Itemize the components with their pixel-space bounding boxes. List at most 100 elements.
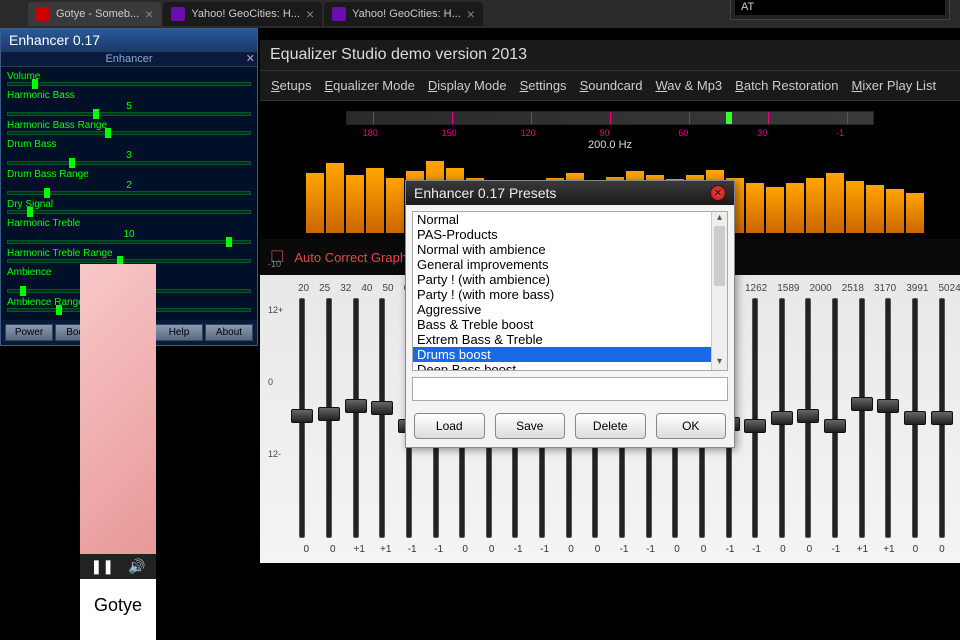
ok-button[interactable]: OK xyxy=(656,413,727,439)
slider-thumb[interactable] xyxy=(27,207,33,217)
param-slider[interactable] xyxy=(7,82,251,86)
slider-thumb[interactable] xyxy=(44,188,50,198)
power-button[interactable]: Power xyxy=(5,324,53,341)
slider-thumb[interactable] xyxy=(744,419,766,433)
slider-track xyxy=(832,298,838,538)
eq-slider-5024[interactable] xyxy=(933,298,950,538)
preset-item[interactable]: Extrem Bass & Treble xyxy=(413,332,711,347)
preset-item[interactable]: General improvements xyxy=(413,257,711,272)
slider-thumb[interactable] xyxy=(851,397,873,411)
menu-wav-mp-[interactable]: Wav & Mp3 xyxy=(650,75,727,96)
eq-freq-label: 32 xyxy=(340,283,351,294)
menu-soundcard[interactable]: Soundcard xyxy=(575,75,648,96)
slider-thumb[interactable] xyxy=(56,305,62,315)
eq-slider-1589[interactable] xyxy=(800,298,817,538)
load-button[interactable]: Load xyxy=(414,413,485,439)
eq-slider-25[interactable] xyxy=(321,298,338,538)
param-slider[interactable] xyxy=(7,259,251,263)
eq-slider-40[interactable] xyxy=(374,298,391,538)
slider-thumb[interactable] xyxy=(824,419,846,433)
close-icon[interactable]: × xyxy=(306,6,314,22)
slider-thumb[interactable] xyxy=(931,411,953,425)
slider-thumb[interactable] xyxy=(32,79,38,89)
pause-icon[interactable]: ❚❚ xyxy=(91,558,114,575)
eq-slider-2000[interactable] xyxy=(827,298,844,538)
preset-item[interactable]: Aggressive xyxy=(413,302,711,317)
eq-slider-3170[interactable] xyxy=(880,298,897,538)
preset-name-input[interactable] xyxy=(412,377,728,401)
param-slider[interactable] xyxy=(7,161,251,165)
menu-mixer-play-list[interactable]: Mixer Play List xyxy=(847,75,942,96)
close-icon[interactable]: ✕ xyxy=(710,185,726,201)
eq-slider-1002[interactable] xyxy=(747,298,764,538)
preset-item[interactable]: Bass & Treble boost xyxy=(413,317,711,332)
close-icon[interactable]: × xyxy=(145,6,153,22)
slider-track xyxy=(885,298,891,538)
slider-thumb[interactable] xyxy=(797,409,819,423)
slider-thumb[interactable] xyxy=(291,409,313,423)
slider-thumb[interactable] xyxy=(93,109,99,119)
browser-tab-youtube[interactable]: Gotye - Someb... × xyxy=(28,2,161,26)
scrollbar[interactable]: ▴ ▾ xyxy=(711,212,727,370)
slider-thumb[interactable] xyxy=(371,401,393,415)
param-label: Harmonic Treble Range xyxy=(7,248,251,259)
scroll-thumb[interactable] xyxy=(714,226,725,286)
param-slider[interactable] xyxy=(7,131,251,135)
vu-tick xyxy=(610,112,611,124)
eq-gain-value: -1 xyxy=(616,544,632,555)
param-slider[interactable] xyxy=(7,112,251,116)
slider-thumb[interactable] xyxy=(318,407,340,421)
delete-button[interactable]: Delete xyxy=(575,413,646,439)
param-slider[interactable] xyxy=(7,210,251,214)
preset-listbox[interactable]: NormalPAS-ProductsNormal with ambienceGe… xyxy=(412,211,728,371)
param-slider[interactable] xyxy=(7,191,251,195)
browser-tab-yahoo-2[interactable]: Yahoo! GeoCities: H... × xyxy=(324,2,483,26)
preset-item[interactable]: Deep Bass boost xyxy=(413,362,711,371)
preset-item[interactable]: Normal xyxy=(413,212,711,227)
slider-thumb[interactable] xyxy=(226,237,232,247)
volume-icon[interactable]: 🔊 xyxy=(128,558,145,575)
presets-dialog[interactable]: Enhancer 0.17 Presets ✕ NormalPAS-Produc… xyxy=(405,180,735,448)
save-button[interactable]: Save xyxy=(495,413,566,439)
preset-item[interactable]: Party ! (with ambience) xyxy=(413,272,711,287)
help-button[interactable]: Help xyxy=(155,324,203,341)
preset-item[interactable]: Party ! (with more bass) xyxy=(413,287,711,302)
about-button[interactable]: About xyxy=(205,324,253,341)
menu-equalizer-mode[interactable]: Equalizer Mode xyxy=(319,75,419,96)
eq-slider-3991[interactable] xyxy=(907,298,924,538)
window-titlebar[interactable]: Equalizer Studio demo version 2013 xyxy=(260,40,960,71)
scroll-up-icon[interactable]: ▴ xyxy=(712,212,727,226)
menu-settings[interactable]: Settings xyxy=(515,75,572,96)
close-icon[interactable]: × xyxy=(467,6,475,22)
preset-item[interactable]: Normal with ambience xyxy=(413,242,711,257)
spectrum-bar xyxy=(826,173,844,233)
eq-slider-32[interactable] xyxy=(347,298,364,538)
slider-thumb[interactable] xyxy=(345,399,367,413)
eq-slider-1262[interactable] xyxy=(774,298,791,538)
slider-thumb[interactable] xyxy=(771,411,793,425)
slider-track xyxy=(859,298,865,538)
preset-item[interactable]: Drums boost xyxy=(413,347,711,362)
preset-item[interactable]: PAS-Products xyxy=(413,227,711,242)
eq-gain-value: 0 xyxy=(324,544,340,555)
menu-batch-restoration[interactable]: Batch Restoration xyxy=(730,75,843,96)
close-icon[interactable]: ✕ xyxy=(246,52,255,65)
slider-thumb[interactable] xyxy=(69,158,75,168)
eq-freq-label: 2000 xyxy=(810,283,832,294)
preset-value[interactable]: AT xyxy=(735,0,945,15)
browser-tab-yahoo-1[interactable]: Yahoo! GeoCities: H... × xyxy=(163,2,322,26)
dialog-titlebar[interactable]: Enhancer 0.17 Presets ✕ xyxy=(406,181,734,205)
enhancer-titlebar[interactable]: Enhancer 0.17 xyxy=(1,29,257,51)
scroll-down-icon[interactable]: ▾ xyxy=(712,356,727,370)
media-player: ❚❚ 🔊 Gotye xyxy=(80,264,156,640)
param-slider[interactable] xyxy=(7,240,251,244)
eq-gain-value: -1 xyxy=(430,544,446,555)
slider-thumb[interactable] xyxy=(20,286,26,296)
slider-thumb[interactable] xyxy=(105,128,111,138)
menu-display-mode[interactable]: Display Mode xyxy=(423,75,512,96)
slider-thumb[interactable] xyxy=(877,399,899,413)
menu-setups[interactable]: Setups xyxy=(266,75,316,96)
eq-slider-2518[interactable] xyxy=(853,298,870,538)
eq-slider-20[interactable] xyxy=(294,298,311,538)
slider-thumb[interactable] xyxy=(904,411,926,425)
